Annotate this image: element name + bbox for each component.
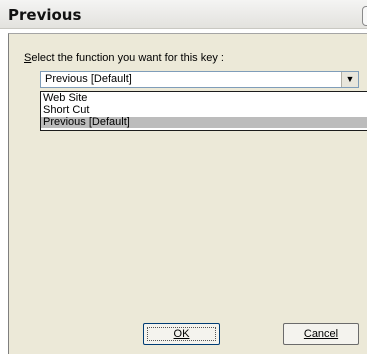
option-previous-default[interactable]: Previous [Default] xyxy=(41,117,367,128)
ok-button[interactable]: OK xyxy=(143,323,220,345)
window-title: Previous xyxy=(8,6,82,24)
chevron-down-icon[interactable]: ▼ xyxy=(341,72,358,87)
prompt-text: elect the function you want for this key… xyxy=(31,52,224,64)
function-select[interactable]: Previous [Default] ▼ xyxy=(40,71,359,88)
function-prompt-label: Select the function you want for this ke… xyxy=(24,52,224,64)
cancel-button[interactable]: Cancel xyxy=(283,323,359,345)
title-bar[interactable]: Previous xyxy=(0,0,367,29)
option-short-cut[interactable]: Short Cut xyxy=(41,105,367,116)
function-select-value: Previous [Default] xyxy=(45,73,132,85)
function-options-list[interactable]: Web Site Short Cut Previous [Default] xyxy=(40,91,367,131)
cancel-button-label: Cancel xyxy=(303,328,339,340)
focus-ring xyxy=(147,327,216,341)
dialog-window: Previous Select the function you want fo… xyxy=(0,0,367,354)
close-button[interactable] xyxy=(362,6,367,26)
option-web-site[interactable]: Web Site xyxy=(41,93,367,104)
